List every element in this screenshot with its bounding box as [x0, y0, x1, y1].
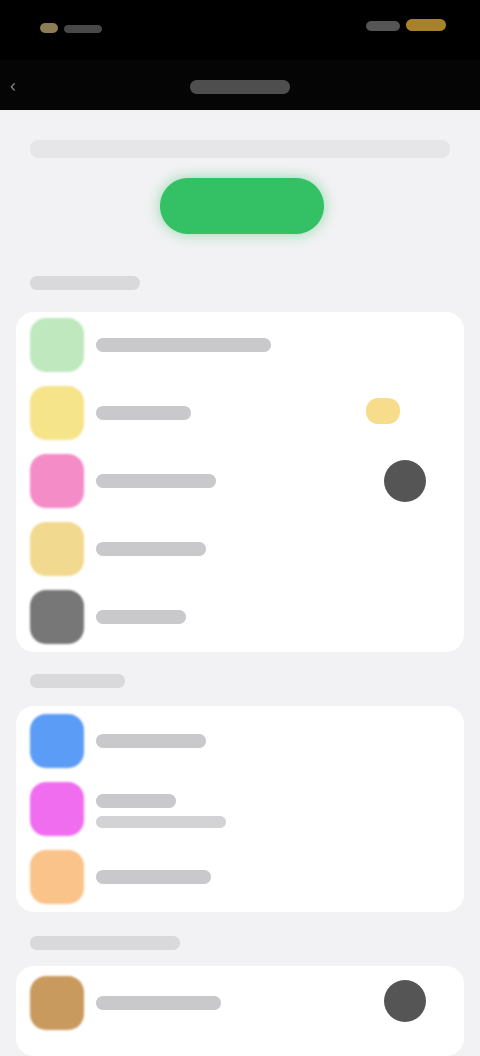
avatar [384, 460, 426, 502]
list-item[interactable] [16, 844, 464, 910]
list-item[interactable] [16, 516, 464, 582]
list-item-label [96, 474, 216, 488]
section-header-2 [30, 674, 125, 688]
list-group-2 [16, 706, 464, 912]
app-icon [30, 590, 84, 644]
list-item[interactable] [16, 584, 464, 650]
status-time [40, 20, 120, 38]
list-item-label [96, 338, 271, 352]
list-item-label [96, 610, 186, 624]
section-header-1 [30, 276, 140, 290]
nav-bar: ‹ [0, 60, 480, 110]
list-item[interactable] [16, 776, 464, 842]
battery-icon [406, 19, 446, 31]
section-header-3 [30, 936, 180, 950]
list-item[interactable] [16, 970, 464, 1036]
signal-icon [366, 21, 400, 31]
app-icon [30, 850, 84, 904]
app-icon [30, 454, 84, 508]
avatar [384, 980, 426, 1022]
status-bar [0, 0, 480, 60]
list-item[interactable] [16, 380, 464, 446]
page-title [190, 80, 290, 94]
list-item[interactable] [16, 448, 464, 514]
list-item-label [96, 542, 206, 556]
primary-action-button[interactable] [160, 178, 324, 234]
list-group-3 [16, 966, 464, 1056]
list-item[interactable] [16, 708, 464, 774]
list-item-label [96, 406, 191, 420]
list-item-label [96, 734, 206, 748]
status-icons [346, 18, 446, 36]
list-group-1 [16, 312, 464, 652]
app-icon [30, 782, 84, 836]
chevron-left-icon[interactable]: ‹ [10, 76, 30, 96]
status-badge [366, 398, 400, 424]
list-item-sublabel [96, 816, 226, 828]
app-icon [30, 386, 84, 440]
status-indicator-icon [40, 23, 58, 33]
app-icon [30, 318, 84, 372]
app-icon [30, 714, 84, 768]
description-text [30, 140, 450, 158]
app-icon [30, 976, 84, 1030]
status-text-placeholder [64, 25, 102, 33]
list-item[interactable] [16, 312, 464, 378]
app-icon [30, 522, 84, 576]
list-item-label [96, 794, 176, 808]
list-item-label [96, 870, 211, 884]
list-item-label [96, 996, 221, 1010]
